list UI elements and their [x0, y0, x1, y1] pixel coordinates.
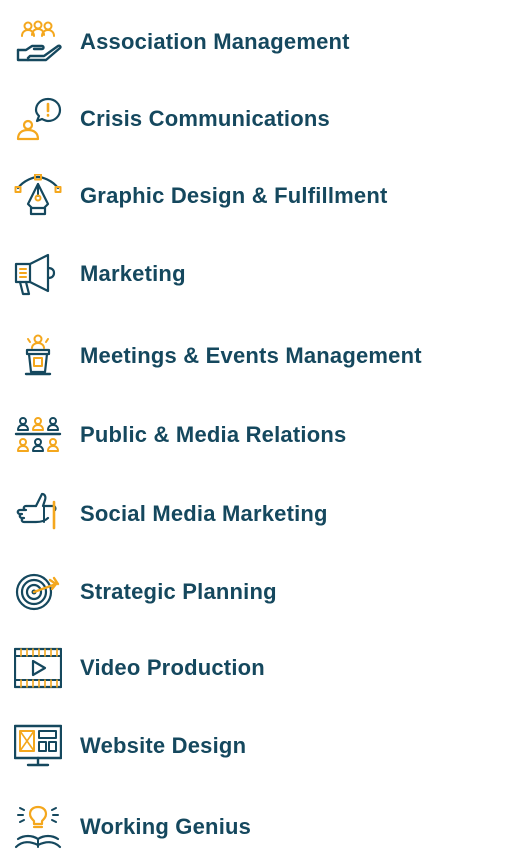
- service-graphic-design[interactable]: Graphic Design & Fulfillment: [0, 174, 507, 218]
- service-public-media-relations[interactable]: Public & Media Relations: [0, 413, 507, 457]
- service-website-design[interactable]: Website Design: [0, 724, 507, 768]
- services-list: Association Management Crisis Communicat…: [0, 0, 507, 849]
- service-label: Association Management: [80, 29, 350, 54]
- people-hand-icon: [14, 20, 62, 64]
- service-meetings-events[interactable]: Meetings & Events Management: [0, 334, 507, 378]
- pen-tool-icon: [14, 174, 62, 218]
- audience-icon: [14, 413, 62, 457]
- service-label: Meetings & Events Management: [80, 343, 422, 368]
- thumbs-up-icon: [14, 492, 62, 536]
- service-label: Video Production: [80, 655, 265, 680]
- lightbulb-book-icon: [14, 805, 62, 849]
- alert-person-icon: [14, 97, 62, 141]
- service-crisis-communications[interactable]: Crisis Communications: [0, 97, 507, 141]
- speaker-podium-icon: [14, 334, 62, 378]
- service-label: Public & Media Relations: [80, 422, 347, 447]
- service-label: Website Design: [80, 733, 247, 758]
- service-social-media-marketing[interactable]: Social Media Marketing: [0, 492, 507, 536]
- service-association-management[interactable]: Association Management: [0, 20, 507, 64]
- service-label: Graphic Design & Fulfillment: [80, 183, 388, 208]
- service-video-production[interactable]: Video Production: [0, 646, 507, 690]
- website-monitor-icon: [14, 724, 62, 768]
- service-working-genius[interactable]: Working Genius: [0, 805, 507, 849]
- service-strategic-planning[interactable]: Strategic Planning: [0, 570, 507, 614]
- service-label: Strategic Planning: [80, 579, 277, 604]
- service-label: Crisis Communications: [80, 106, 330, 131]
- service-label: Social Media Marketing: [80, 501, 328, 526]
- service-marketing[interactable]: Marketing: [0, 252, 507, 296]
- video-player-icon: [14, 646, 62, 690]
- service-label: Working Genius: [80, 814, 252, 839]
- service-label: Marketing: [80, 261, 186, 286]
- target-icon: [14, 570, 62, 614]
- megaphone-icon: [14, 252, 62, 296]
